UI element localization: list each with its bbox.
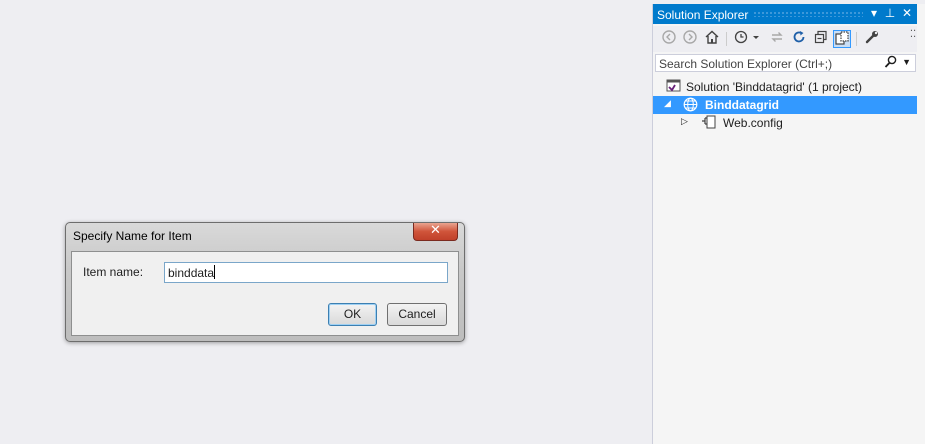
forward-icon[interactable]	[681, 30, 699, 48]
dropdown-icon[interactable]: ▾	[867, 6, 881, 20]
tree-item-label: Web.config	[723, 116, 783, 130]
search-options-dropdown-icon[interactable]: ▼	[902, 57, 911, 67]
tree-item-label: Solution 'Binddatagrid' (1 project)	[686, 80, 863, 94]
home-icon[interactable]	[703, 30, 721, 48]
solution-icon	[666, 79, 682, 97]
dialog-body: Item name: binddata OK Cancel	[71, 251, 459, 336]
back-icon[interactable]	[660, 30, 678, 48]
ok-button[interactable]: OK	[328, 303, 377, 326]
sync-icon[interactable]	[768, 30, 786, 48]
panel-title: Solution Explorer	[657, 8, 749, 22]
search-icon[interactable]	[884, 55, 897, 72]
item-name-label: Item name:	[83, 265, 144, 279]
solution-explorer-toolbar: ⁚⁚	[653, 26, 925, 52]
item-name-value: binddata	[168, 266, 215, 280]
close-button[interactable]: ✕	[413, 223, 458, 241]
collapse-all-icon[interactable]	[812, 30, 830, 48]
text-caret	[214, 265, 216, 279]
solution-explorer-panel: Solution Explorer ▾ ⊥ ✕ ⁚⁚ Search Soluti…	[652, 4, 925, 444]
collapsed-icon[interactable]: ▷	[681, 116, 688, 127]
tree-item-web-config[interactable]: ▷ Web.config	[653, 114, 917, 132]
show-all-files-icon[interactable]	[833, 30, 851, 48]
tree-item-project[interactable]: ◢ Binddatagrid	[653, 96, 917, 114]
specify-name-dialog: Specify Name for Item ✕ Item name: bindd…	[65, 222, 465, 342]
expanded-icon[interactable]: ◢	[664, 98, 671, 109]
drag-grip[interactable]	[753, 11, 863, 17]
cancel-button[interactable]: Cancel	[387, 303, 447, 326]
history-icon[interactable]	[733, 30, 761, 48]
toolbar-separator	[726, 32, 727, 46]
close-panel-icon[interactable]: ✕	[900, 6, 914, 20]
scrollbar[interactable]	[917, 4, 925, 444]
pin-icon[interactable]: ⊥	[883, 6, 897, 20]
solution-search-box[interactable]: Search Solution Explorer (Ctrl+;) ▼	[655, 54, 916, 72]
solution-explorer-titlebar: Solution Explorer ▾ ⊥ ✕	[653, 4, 917, 24]
toolbar-separator	[856, 32, 857, 46]
refresh-icon[interactable]	[790, 30, 808, 48]
search-placeholder: Search Solution Explorer (Ctrl+;)	[659, 57, 833, 71]
tree-item-solution[interactable]: Solution 'Binddatagrid' (1 project)	[653, 78, 917, 96]
tree-item-label: Binddatagrid	[705, 98, 779, 112]
web-project-icon	[683, 97, 698, 115]
dialog-title: Specify Name for Item	[73, 229, 192, 243]
properties-icon[interactable]	[863, 30, 881, 48]
config-file-icon	[701, 115, 717, 133]
item-name-input[interactable]: binddata	[164, 262, 448, 283]
